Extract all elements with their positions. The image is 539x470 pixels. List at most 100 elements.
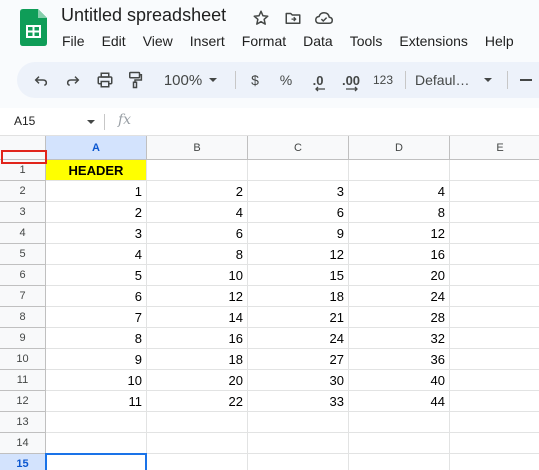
column-header-c[interactable]: C — [248, 136, 349, 160]
menu-edit[interactable]: Edit — [102, 33, 126, 49]
cell-d2[interactable]: 4 — [349, 181, 450, 202]
cell-b10[interactable]: 18 — [147, 349, 248, 370]
cell-d6[interactable]: 20 — [349, 265, 450, 286]
move-to-folder-icon[interactable] — [283, 8, 303, 28]
cell-d11[interactable]: 40 — [349, 370, 450, 391]
font-family-select[interactable]: Defaul… — [415, 62, 501, 98]
cell-c5[interactable]: 12 — [248, 244, 349, 265]
cell-a10[interactable]: 9 — [46, 349, 147, 370]
menu-help[interactable]: Help — [485, 33, 514, 49]
number-format-button[interactable]: 123 — [369, 62, 397, 98]
cell-e14[interactable] — [450, 433, 539, 454]
cell-a5[interactable]: 4 — [46, 244, 147, 265]
menu-insert[interactable]: Insert — [190, 33, 225, 49]
print-icon[interactable] — [93, 62, 117, 98]
cell-d5[interactable]: 16 — [349, 244, 450, 265]
cell-e7[interactable]: 3 — [450, 286, 539, 307]
row-header-13[interactable]: 13 — [0, 412, 46, 433]
row-header-2[interactable]: 2 — [0, 181, 46, 202]
row-header-12[interactable]: 12 — [0, 391, 46, 412]
cell-b6[interactable]: 10 — [147, 265, 248, 286]
cell-e6[interactable]: 2 — [450, 265, 539, 286]
cell-b4[interactable]: 6 — [147, 223, 248, 244]
cell-b7[interactable]: 12 — [147, 286, 248, 307]
row-header-4[interactable]: 4 — [0, 223, 46, 244]
cell-b15[interactable] — [147, 454, 248, 470]
paint-format-icon[interactable] — [123, 62, 147, 98]
cell-b8[interactable]: 14 — [147, 307, 248, 328]
cell-d7[interactable]: 24 — [349, 286, 450, 307]
cell-a14[interactable] — [46, 433, 147, 454]
document-title[interactable]: Untitled spreadsheet — [61, 5, 226, 26]
cell-a3[interactable]: 2 — [46, 202, 147, 223]
cell-d8[interactable]: 28 — [349, 307, 450, 328]
cell-e12[interactable]: 5 — [450, 391, 539, 412]
cell-c12[interactable]: 33 — [248, 391, 349, 412]
row-header-5[interactable]: 5 — [0, 244, 46, 265]
undo-icon[interactable] — [29, 62, 53, 98]
name-box[interactable]: A15 — [14, 114, 35, 128]
row-header-14[interactable]: 14 — [0, 433, 46, 454]
cell-c10[interactable]: 27 — [248, 349, 349, 370]
cell-b5[interactable]: 8 — [147, 244, 248, 265]
row-header-6[interactable]: 6 — [0, 265, 46, 286]
cell-c6[interactable]: 15 — [248, 265, 349, 286]
cell-c2[interactable]: 3 — [248, 181, 349, 202]
zoom-select[interactable]: 100% — [159, 62, 223, 98]
cell-a4[interactable]: 3 — [46, 223, 147, 244]
cell-a7[interactable]: 6 — [46, 286, 147, 307]
cell-d4[interactable]: 12 — [349, 223, 450, 244]
cell-e9[interactable]: 4 — [450, 328, 539, 349]
menu-extensions[interactable]: Extensions — [399, 33, 467, 49]
sheet-grid[interactable]: ABCDE1HEADER2123432468143691215481216265… — [0, 136, 539, 470]
cell-c1[interactable] — [248, 160, 349, 181]
cell-d15[interactable] — [349, 454, 450, 470]
cell-c7[interactable]: 18 — [248, 286, 349, 307]
cell-d10[interactable]: 36 — [349, 349, 450, 370]
row-header-3[interactable]: 3 — [0, 202, 46, 223]
cell-e15[interactable] — [450, 454, 539, 470]
column-header-e[interactable]: E — [450, 136, 539, 160]
sheets-logo-icon[interactable] — [20, 9, 47, 46]
cell-e3[interactable]: 1 — [450, 202, 539, 223]
cell-b3[interactable]: 4 — [147, 202, 248, 223]
menu-view[interactable]: View — [143, 33, 173, 49]
cell-e5[interactable]: 2 — [450, 244, 539, 265]
format-currency-button[interactable]: $ — [243, 62, 267, 98]
cell-d12[interactable]: 44 — [349, 391, 450, 412]
cell-d1[interactable] — [349, 160, 450, 181]
row-header-11[interactable]: 11 — [0, 370, 46, 391]
cloud-saved-icon[interactable] — [314, 8, 334, 28]
decrease-decimal-button[interactable]: .0 — [305, 62, 331, 98]
cell-b14[interactable] — [147, 433, 248, 454]
cell-c3[interactable]: 6 — [248, 202, 349, 223]
font-size-decrease-icon[interactable] — [517, 62, 535, 98]
cell-b9[interactable]: 16 — [147, 328, 248, 349]
cell-e11[interactable]: 5 — [450, 370, 539, 391]
cell-b11[interactable]: 20 — [147, 370, 248, 391]
cell-d13[interactable] — [349, 412, 450, 433]
menu-tools[interactable]: Tools — [350, 33, 383, 49]
column-header-a[interactable]: A — [46, 136, 147, 160]
cell-a13[interactable] — [46, 412, 147, 433]
cell-b12[interactable]: 22 — [147, 391, 248, 412]
menu-file[interactable]: File — [62, 33, 85, 49]
cell-c13[interactable] — [248, 412, 349, 433]
column-header-b[interactable]: B — [147, 136, 248, 160]
cell-a12[interactable]: 11 — [46, 391, 147, 412]
cell-b2[interactable]: 2 — [147, 181, 248, 202]
star-icon[interactable] — [251, 8, 271, 28]
cell-b13[interactable] — [147, 412, 248, 433]
cell-a1[interactable]: HEADER — [46, 160, 147, 181]
row-header-9[interactable]: 9 — [0, 328, 46, 349]
cell-e10[interactable]: 4 — [450, 349, 539, 370]
cell-c4[interactable]: 9 — [248, 223, 349, 244]
cell-c8[interactable]: 21 — [248, 307, 349, 328]
cell-a2[interactable]: 1 — [46, 181, 147, 202]
cell-c11[interactable]: 30 — [248, 370, 349, 391]
cell-b1[interactable] — [147, 160, 248, 181]
increase-decimal-button[interactable]: .00 — [337, 62, 365, 98]
column-header-d[interactable]: D — [349, 136, 450, 160]
row-header-8[interactable]: 8 — [0, 307, 46, 328]
row-header-10[interactable]: 10 — [0, 349, 46, 370]
